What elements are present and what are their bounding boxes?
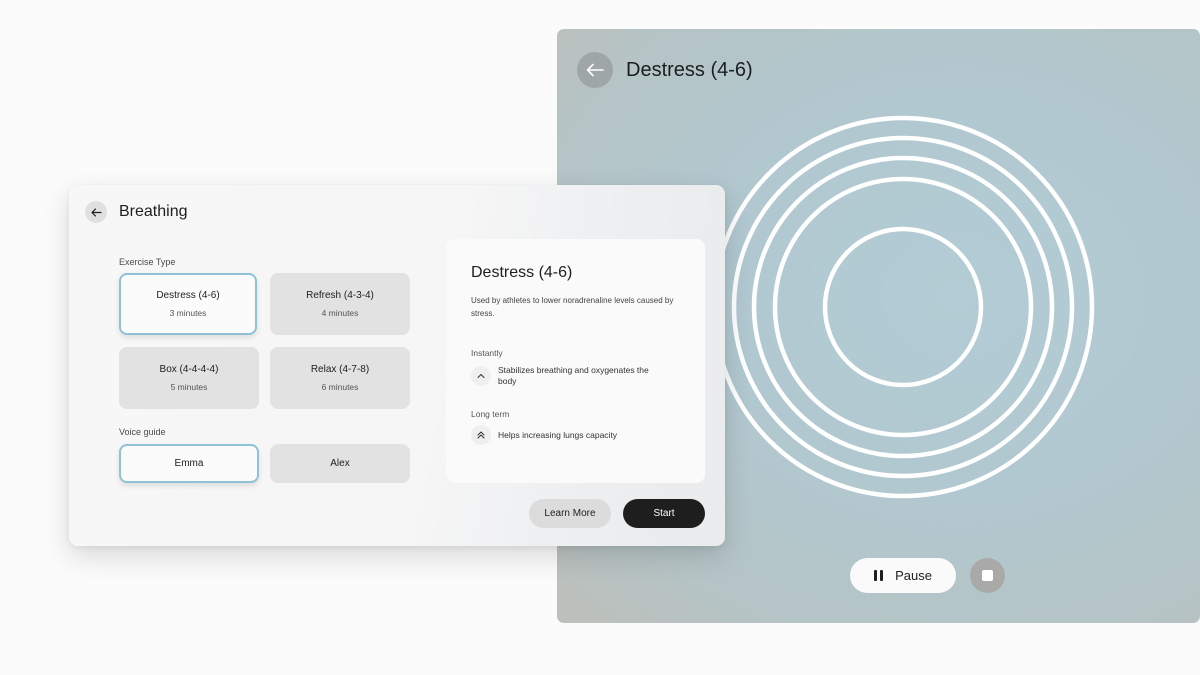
pause-icon xyxy=(874,570,884,581)
benefit-instantly-text: Stabilizes breathing and oxygenates the … xyxy=(498,365,649,386)
breathing-back-button[interactable] xyxy=(85,201,107,223)
exercise-option-refresh[interactable]: Refresh (4-3-4) 4 minutes xyxy=(270,273,410,335)
exercise-name: Box (4-4-4-4) xyxy=(159,364,219,375)
exercise-name: Refresh (4-3-4) xyxy=(306,290,374,301)
breathing-ring-4 xyxy=(772,176,1034,438)
start-button[interactable]: Start xyxy=(623,499,705,528)
exercise-detail-panel: Destress (4-6) Used by athletes to lower… xyxy=(446,239,705,483)
breathing-ring-1 xyxy=(711,115,1095,499)
pause-button-label: Pause xyxy=(895,568,932,583)
arrow-left-icon xyxy=(90,207,102,217)
breathing-setup-card: Breathing Exercise Type Destress (4-6) 3… xyxy=(69,185,725,546)
exercise-option-destress[interactable]: Destress (4-6) 3 minutes xyxy=(119,273,257,335)
exercise-name: Destress (4-6) xyxy=(156,290,220,301)
stop-button[interactable] xyxy=(970,558,1005,593)
benefit-long-term-text: Helps increasing lungs capacity xyxy=(498,429,618,440)
chevron-up-icon xyxy=(471,366,491,386)
exercise-duration: 6 minutes xyxy=(321,382,359,392)
breathing-ring-2 xyxy=(731,135,1075,479)
benefit-instantly: Stabilizes breathing and oxygenates the … xyxy=(471,365,658,387)
exercise-duration: 3 minutes xyxy=(169,308,207,318)
session-controls: Pause xyxy=(850,558,1005,593)
double-chevron-up-icon xyxy=(471,425,491,445)
exercise-name: Relax (4-7-8) xyxy=(310,364,370,375)
learn-more-button[interactable]: Learn More xyxy=(529,499,611,528)
exercise-option-relax[interactable]: Relax (4-7-8) 6 minutes xyxy=(270,347,410,409)
breathing-ring-3 xyxy=(751,155,1055,459)
voice-option-emma[interactable]: Emma xyxy=(119,444,259,483)
long-term-label: Long term xyxy=(471,409,510,419)
breathing-ring-5 xyxy=(822,226,984,388)
benefit-long-term: Helps increasing lungs capacity xyxy=(471,425,658,445)
exercise-option-box[interactable]: Box (4-4-4-4) 5 minutes xyxy=(119,347,259,409)
exercise-duration: 4 minutes xyxy=(321,308,359,318)
detail-title: Destress (4-6) xyxy=(471,264,573,281)
page-title: Breathing xyxy=(119,203,188,220)
exercise-type-label: Exercise Type xyxy=(119,257,176,267)
voice-guide-label: Voice guide xyxy=(119,427,166,437)
exercise-duration: 5 minutes xyxy=(170,382,208,392)
pause-button[interactable]: Pause xyxy=(850,558,956,593)
detail-description: Used by athletes to lower noradrenaline … xyxy=(471,296,674,318)
instantly-label: Instantly xyxy=(471,348,503,358)
stop-icon xyxy=(982,570,993,581)
voice-option-alex[interactable]: Alex xyxy=(270,444,410,483)
